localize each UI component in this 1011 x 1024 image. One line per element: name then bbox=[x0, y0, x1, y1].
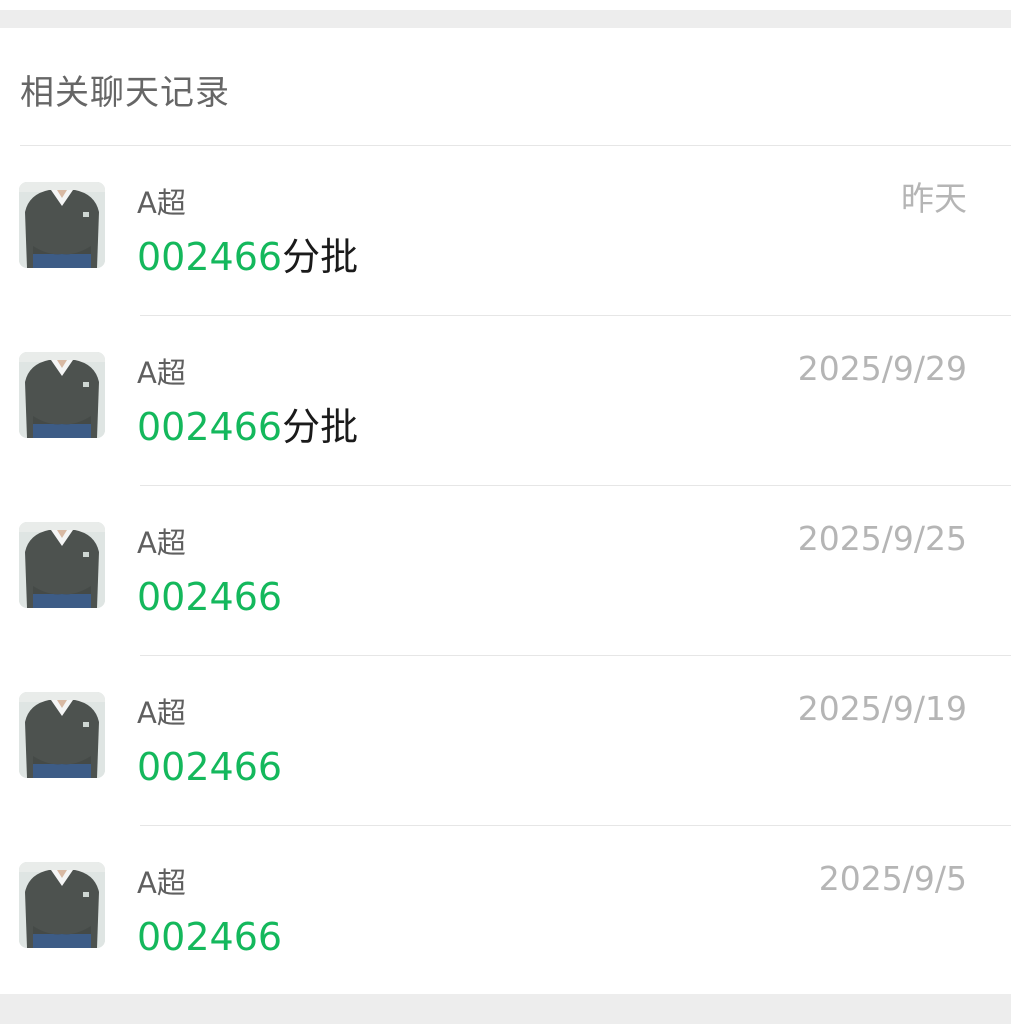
message-date: 2025/9/25 bbox=[797, 519, 967, 558]
avatar bbox=[19, 352, 105, 438]
message-text: 分批 bbox=[282, 405, 359, 449]
chat-record-row[interactable]: A超 昨天 002466分批 bbox=[0, 146, 1011, 316]
message-date: 昨天 bbox=[901, 179, 967, 218]
chat-record-row[interactable]: A超 2025/9/25 002466 bbox=[0, 486, 1011, 656]
chat-record-row[interactable]: A超 2025/9/29 002466分批 bbox=[0, 316, 1011, 486]
search-highlight: 002466 bbox=[137, 745, 283, 789]
message-text: 分批 bbox=[282, 235, 359, 279]
message-snippet: 002466 bbox=[137, 742, 282, 792]
message-date: 2025/9/29 bbox=[797, 349, 967, 388]
message-snippet: 002466 bbox=[137, 572, 282, 622]
sender-name: A超 bbox=[137, 356, 186, 390]
avatar bbox=[19, 692, 105, 778]
sender-name: A超 bbox=[137, 696, 186, 730]
related-chat-records-card: 相关聊天记录 A超 昨天 002466分批 A超 2025/9/29 00246… bbox=[0, 28, 1011, 994]
section-title: 相关聊天记录 bbox=[20, 73, 230, 113]
top-strip bbox=[0, 0, 1011, 10]
message-snippet: 002466分批 bbox=[137, 402, 358, 452]
avatar bbox=[19, 182, 105, 268]
message-date: 2025/9/5 bbox=[818, 859, 967, 898]
search-highlight: 002466 bbox=[137, 405, 283, 449]
search-highlight: 002466 bbox=[137, 575, 283, 619]
message-date: 2025/9/19 bbox=[797, 689, 967, 728]
sender-name: A超 bbox=[137, 526, 186, 560]
message-snippet: 002466分批 bbox=[137, 232, 358, 282]
sender-name: A超 bbox=[137, 186, 186, 220]
sender-name: A超 bbox=[137, 866, 186, 900]
avatar bbox=[19, 862, 105, 948]
search-highlight: 002466 bbox=[137, 235, 283, 279]
avatar bbox=[19, 522, 105, 608]
chat-record-row[interactable]: A超 2025/9/5 002466 bbox=[0, 826, 1011, 996]
search-highlight: 002466 bbox=[137, 915, 283, 959]
message-snippet: 002466 bbox=[137, 912, 282, 962]
chat-record-row[interactable]: A超 2025/9/19 002466 bbox=[0, 656, 1011, 826]
